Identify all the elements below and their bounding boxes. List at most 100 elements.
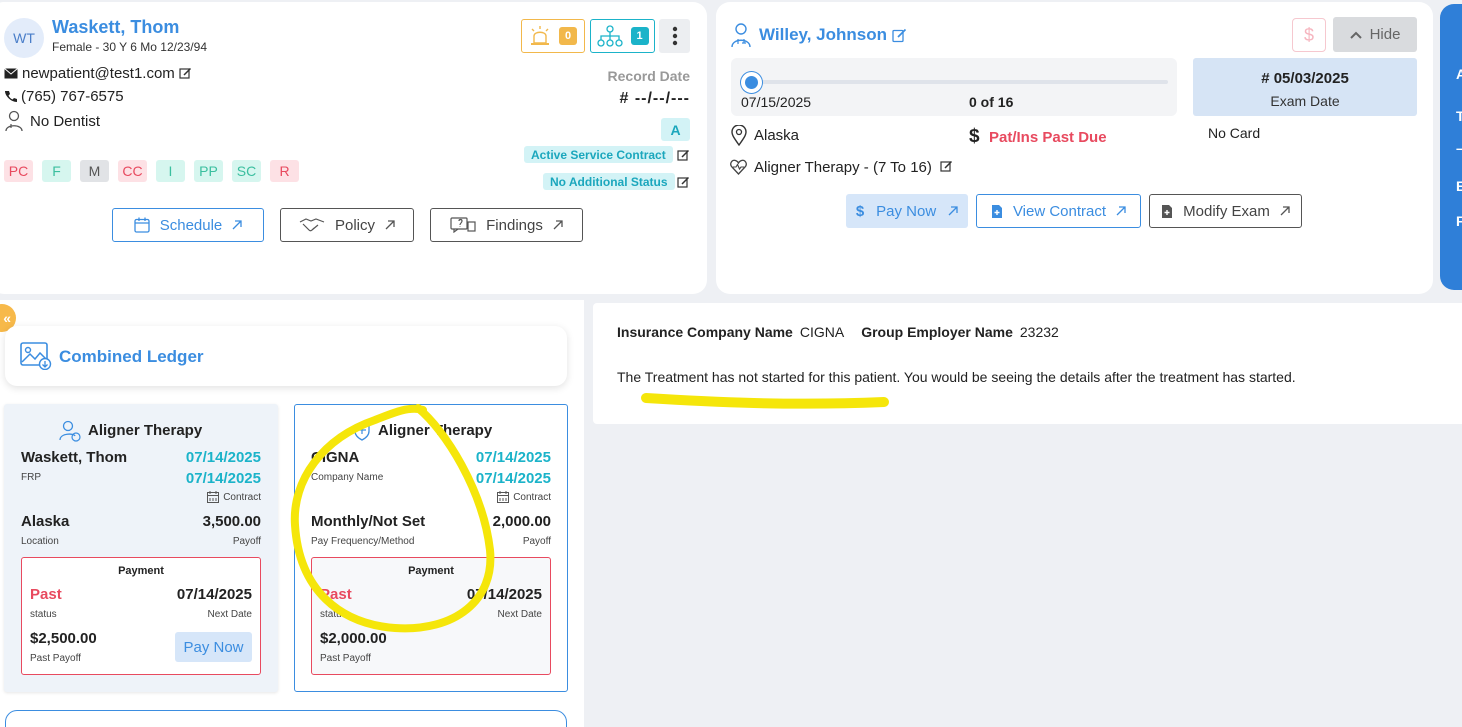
hide-label: Hide [1369, 26, 1401, 43]
external-link-icon [553, 220, 563, 230]
patient-ledger-role: FRP [21, 472, 41, 483]
external-link-icon [1116, 206, 1126, 216]
exam-date-label: Exam Date [1270, 93, 1340, 109]
edit-therapy-icon[interactable] [940, 160, 953, 173]
payment-dollar-button[interactable]: $ [1292, 18, 1326, 52]
ledger-pay-now-button[interactable]: Pay Now [175, 632, 252, 662]
pay-now-button[interactable]: $ Pay Now [846, 194, 968, 228]
siren-icon [529, 26, 551, 46]
alert-button[interactable]: 0 [521, 19, 585, 53]
findings-label: Findings [486, 216, 543, 234]
insurance-past-payoff-label: Past Payoff [320, 653, 371, 664]
patient-ledger-location-label: Location [21, 536, 59, 547]
edit-email-icon[interactable] [179, 67, 192, 80]
additional-status-badge: No Additional Status [543, 173, 675, 190]
progress-slider-handle[interactable] [741, 72, 762, 93]
phone-row: (765) 767-6575 [4, 88, 124, 105]
record-date-label: Record Date [607, 68, 690, 84]
image-download-icon [20, 342, 52, 370]
policy-label: Policy [334, 216, 375, 234]
dollar-small-icon: $ [855, 202, 865, 220]
tag-cc[interactable]: CC [118, 160, 147, 182]
chevron-up-icon [1349, 31, 1362, 39]
next-ledger-card[interactable] [5, 710, 567, 727]
policy-button[interactable]: Policy [280, 208, 414, 242]
patient-phone: (765) 767-6575 [21, 88, 124, 105]
modify-exam-label: Modify Exam [1183, 202, 1270, 220]
progress-start-date: 07/15/2025 [741, 94, 812, 110]
patient-payment-status: Past [30, 586, 62, 603]
location-pin-icon [731, 125, 747, 146]
patient-name[interactable]: Waskett, Thom [52, 17, 179, 38]
card-status: No Card [1208, 125, 1261, 141]
patient-ledger-contract: Contract [207, 491, 261, 503]
edit-contract-status-icon[interactable] [677, 149, 690, 162]
patient-past-payoff: $2,500.00 [30, 630, 97, 647]
more-menu-button[interactable] [659, 19, 690, 53]
patient-ledger-date2: 07/14/2025 [185, 470, 261, 487]
envelope-icon [4, 68, 18, 79]
exam-date: # 05/03/2025 [1261, 70, 1349, 87]
edit-doctor-icon[interactable] [892, 28, 907, 43]
document-plus-icon [991, 204, 1003, 219]
insurance-ledger-contract: Contract [497, 491, 551, 503]
patient-ledger-amount: 3,500.00 [202, 513, 261, 530]
patient-ledger-name: Waskett, Thom [21, 449, 128, 466]
handshake-icon [299, 217, 325, 233]
heart-pulse-icon [730, 159, 747, 175]
calendar-grid-icon [207, 491, 220, 503]
patient-payment-next-date-label: Next Date [207, 609, 252, 620]
schedule-label: Schedule [159, 216, 223, 234]
document-plus-icon [1161, 204, 1173, 219]
external-link-icon [385, 220, 395, 230]
patient-ledger-location: Alaska [21, 513, 70, 530]
view-contract-button[interactable]: View Contract [976, 194, 1141, 228]
hierarchy-icon [596, 25, 623, 47]
family-count: 1 [630, 27, 649, 45]
patient-payment-title: Payment [118, 565, 164, 577]
right-panel-letter: – [1456, 140, 1462, 156]
edit-additional-status-icon[interactable] [677, 176, 690, 189]
doctor-location: Alaska [754, 127, 800, 144]
view-contract-label: View Contract [1012, 202, 1107, 220]
tag-i[interactable]: I [156, 160, 185, 182]
status-letter-badge[interactable]: A [661, 118, 690, 141]
patient-payment-next-date: 07/14/2025 [176, 586, 252, 603]
patient-ledger-amount-label: Payoff [232, 536, 261, 547]
group-employer-label: Group Employer Name [861, 324, 1013, 340]
alert-count: 0 [559, 27, 577, 45]
tag-r[interactable]: R [270, 160, 299, 182]
external-link-icon [1280, 206, 1290, 216]
findings-button[interactable]: Findings [430, 208, 583, 242]
family-button[interactable]: 1 [590, 19, 655, 53]
combined-ledger-title: Combined Ledger [59, 347, 204, 366]
tag-pc[interactable]: PC [4, 160, 33, 182]
insurance-ledger-amount-label: Payoff [522, 536, 551, 547]
insurance-info-row: Insurance Company Name CIGNA Group Emplo… [617, 324, 1059, 340]
right-panel-letter: E [1456, 178, 1462, 194]
treatment-message: The Treatment has not started for this p… [617, 369, 1296, 385]
doctor-icon [730, 22, 752, 48]
phone-icon [4, 90, 17, 103]
vertical-dots-icon [672, 26, 678, 46]
patient-past-payoff-label: Past Payoff [30, 653, 81, 664]
dollar-icon: $ [969, 126, 980, 147]
dentist-icon [4, 110, 24, 132]
calendar-icon [134, 217, 150, 233]
patient-ledger-title: Aligner Therapy [88, 422, 203, 439]
pay-now-label: Pay Now [876, 202, 937, 220]
modify-exam-button[interactable]: Modify Exam [1149, 194, 1302, 228]
hide-button[interactable]: Hide [1333, 17, 1417, 52]
doctor-name[interactable]: Willey, Johnson [759, 25, 887, 45]
tag-f[interactable]: F [42, 160, 71, 182]
record-date-value: # --/--/--- [619, 90, 690, 107]
patient-payment-status-label: status [30, 609, 57, 620]
tag-m[interactable]: M [80, 160, 109, 182]
clipboard-chat-icon [450, 217, 476, 233]
tag-pp[interactable]: PP [194, 160, 223, 182]
right-panel-letter: T [1456, 108, 1462, 124]
schedule-button[interactable]: Schedule [112, 208, 264, 242]
progress-track [751, 80, 1168, 84]
tag-sc[interactable]: SC [232, 160, 261, 182]
external-link-icon [948, 206, 958, 216]
